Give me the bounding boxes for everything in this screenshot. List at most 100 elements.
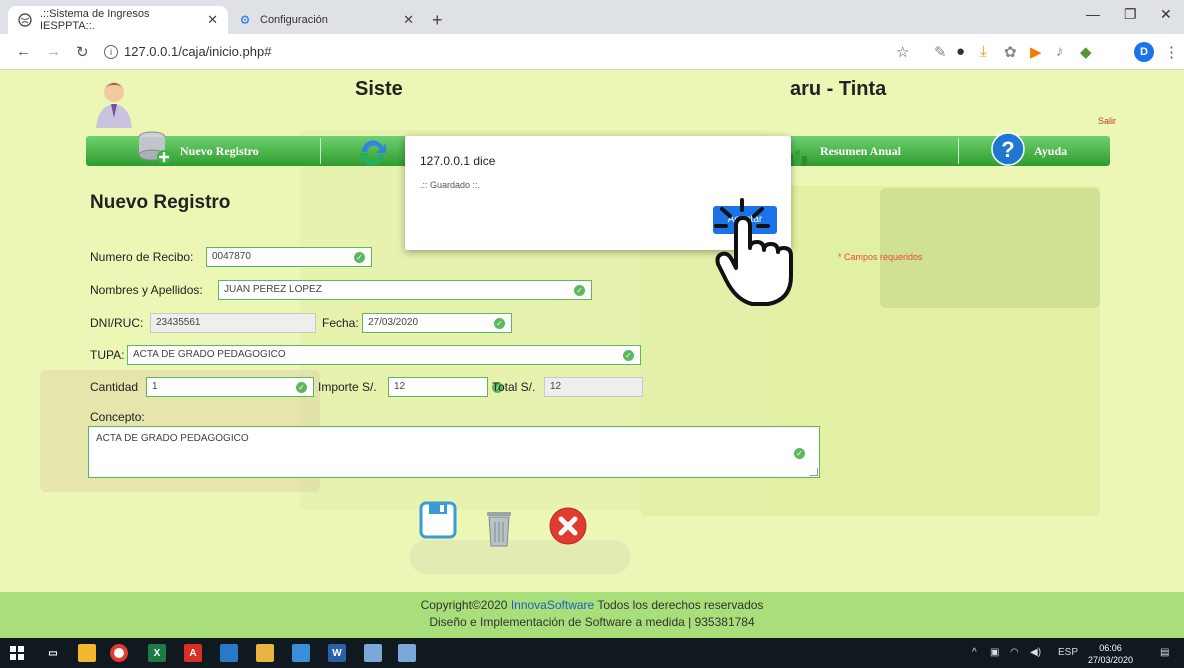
extension-play-icon[interactable]: ▶ xyxy=(1030,43,1042,61)
wifi-icon[interactable]: ◠ xyxy=(1010,647,1019,658)
dni-input[interactable]: 23435561 xyxy=(150,313,316,333)
restore-icon[interactable]: ❐ xyxy=(1124,6,1137,23)
nombres-input[interactable]: JUAN PEREZ LOPEZ ✓ xyxy=(218,280,592,300)
cantidad-label: Cantidad xyxy=(90,380,139,394)
extension-mic-icon[interactable]: ♪ xyxy=(1056,43,1064,60)
recibo-label: Numero de Recibo: xyxy=(90,250,194,264)
globe-icon xyxy=(18,13,32,27)
system-clock[interactable]: 06:06 27/03/2020 xyxy=(1088,642,1133,666)
logout-link[interactable]: Salir xyxy=(1098,116,1116,126)
importe-label: Importe S/. xyxy=(318,380,377,394)
gear-icon: ⚙ xyxy=(239,13,251,27)
required-fields-note: * Campos requeridos xyxy=(838,252,923,262)
menu-divider xyxy=(320,138,321,164)
valid-check-icon: ✓ xyxy=(494,318,505,329)
extension-download-icon[interactable]: ⤓ xyxy=(980,43,987,60)
show-hidden-icons-icon[interactable]: ^ xyxy=(972,647,977,658)
menu-nuevo-registro[interactable]: Nuevo Registro xyxy=(134,131,259,166)
tupa-select[interactable]: ACTA DE GRADO PEDAGOGICO ✓ xyxy=(127,345,641,365)
total-label: Total S/. xyxy=(492,380,536,394)
tab-label: Configuración xyxy=(260,14,328,26)
acrobat-icon[interactable]: A xyxy=(184,644,202,662)
form-title: Nuevo Registro xyxy=(90,192,231,213)
word-icon[interactable]: W xyxy=(328,644,346,662)
info-icon[interactable]: i xyxy=(104,44,118,59)
concepto-label: Concepto: xyxy=(90,410,145,424)
dialog-message: .:: Guardado ::. xyxy=(420,180,481,190)
help-icon: ? xyxy=(991,132,1025,166)
tupa-label: TUPA: xyxy=(90,348,125,362)
trash-icon[interactable] xyxy=(484,510,514,548)
page-content: Siste aru - Tinta Salir Nuevo Registro R… xyxy=(0,70,1184,638)
fecha-input[interactable]: 27/03/2020 ✓ xyxy=(362,313,512,333)
close-window-icon[interactable]: ✕ xyxy=(1160,6,1172,23)
background-banknotes xyxy=(880,188,1100,308)
url-field[interactable]: i 127.0.0.1/caja/inicio.php# xyxy=(104,44,271,59)
cantidad-input[interactable]: 1 ✓ xyxy=(146,377,314,397)
network-icon[interactable]: ▣ xyxy=(990,647,999,658)
valid-check-icon: ✓ xyxy=(296,382,307,393)
database-add-icon xyxy=(138,131,171,164)
app-feather-2-icon[interactable] xyxy=(398,644,416,662)
star-icon[interactable]: ☆ xyxy=(896,43,909,61)
close-tab-icon[interactable]: ✕ xyxy=(403,12,414,28)
header-title-right: aru - Tinta xyxy=(790,78,887,100)
photos-icon[interactable] xyxy=(292,644,310,662)
task-view-icon[interactable]: ▭ xyxy=(44,644,62,662)
file-explorer-icon[interactable] xyxy=(78,644,96,662)
dialog-title: 127.0.0.1 dice xyxy=(420,154,496,168)
windows-start-icon[interactable] xyxy=(8,644,26,662)
profile-avatar[interactable]: D xyxy=(1134,42,1154,62)
background-keyboard xyxy=(410,540,630,574)
address-bar: ← → ↻ i 127.0.0.1/caja/inicio.php# ☆ ✎ ●… xyxy=(0,34,1184,70)
resize-handle[interactable] xyxy=(810,468,818,476)
windows-taskbar: ▭ X A W ^ ▣ ◠ ◀) ESP 06:06 27/03/2020 ▤ xyxy=(0,638,1184,668)
valid-check-icon: ✓ xyxy=(354,252,365,263)
hand-cursor-icon xyxy=(714,198,793,306)
valid-check-icon: ✓ xyxy=(794,448,805,459)
importe-input[interactable]: 12 ✓ xyxy=(388,377,503,397)
new-tab-icon[interactable]: + xyxy=(432,10,443,31)
user-avatar-icon xyxy=(96,82,132,128)
dni-label: DNI/RUC: xyxy=(90,316,144,330)
fecha-label: Fecha: xyxy=(322,316,359,330)
extension-globe-icon[interactable]: ◆ xyxy=(1080,43,1092,61)
menu-divider xyxy=(958,138,959,164)
notifications-icon[interactable]: ▤ xyxy=(1160,647,1169,658)
close-tab-icon[interactable]: ✕ xyxy=(207,12,218,28)
app-pencil-icon[interactable] xyxy=(256,644,274,662)
back-icon[interactable]: ← xyxy=(16,43,31,60)
save-icon[interactable] xyxy=(418,500,458,540)
svg-text:?: ? xyxy=(1001,137,1014,162)
menu-resumen-anual[interactable]: Resumen Anual xyxy=(786,136,901,166)
total-input[interactable]: 12 xyxy=(544,377,643,397)
chrome-icon[interactable] xyxy=(110,644,128,662)
cancel-icon[interactable] xyxy=(548,506,588,546)
recibo-input[interactable]: 0047870 ✓ xyxy=(206,247,372,267)
forward-icon[interactable]: → xyxy=(46,43,61,60)
language-indicator[interactable]: ESP xyxy=(1058,647,1078,658)
reload-icon[interactable]: ↻ xyxy=(76,43,89,61)
header-title-left: Siste xyxy=(355,78,403,100)
valid-check-icon: ✓ xyxy=(623,350,634,361)
tab-label: .::Sistema de Ingresos IESPPTA::. xyxy=(40,8,150,32)
minimize-icon[interactable]: — xyxy=(1086,6,1100,22)
browser-menu-icon[interactable]: ⋮ xyxy=(1164,43,1179,61)
tab-sistema-ingresos[interactable]: .::Sistema de Ingresos IESPPTA::. ✕ xyxy=(8,6,228,34)
refresh-icon xyxy=(360,140,386,166)
concepto-textarea[interactable]: ACTA DE GRADO PEDAGOGICO ✓ xyxy=(88,426,820,478)
tab-configuracion[interactable]: ⚙ Configuración ✕ xyxy=(228,6,424,34)
extension-download-circle-icon[interactable]: ● xyxy=(956,43,965,60)
extension-puzzle-icon[interactable]: ✿ xyxy=(1004,43,1017,61)
volume-icon[interactable]: ◀) xyxy=(1030,647,1041,658)
brand-link[interactable]: InnovaSoftware xyxy=(511,598,594,612)
extension-eyedropper-icon[interactable]: ✎ xyxy=(934,43,947,61)
excel-icon[interactable]: X xyxy=(148,644,166,662)
nombres-label: Nombres y Apellidos: xyxy=(90,283,203,297)
valid-check-icon: ✓ xyxy=(574,285,585,296)
menu-ayuda[interactable]: ? Ayuda xyxy=(990,132,1067,166)
browser-tab-bar: .::Sistema de Ingresos IESPPTA::. ✕ ⚙ Co… xyxy=(0,0,1184,34)
menu-actualizar[interactable] xyxy=(356,136,390,166)
app-feather-icon[interactable] xyxy=(364,644,382,662)
app-cube-icon[interactable] xyxy=(220,644,238,662)
